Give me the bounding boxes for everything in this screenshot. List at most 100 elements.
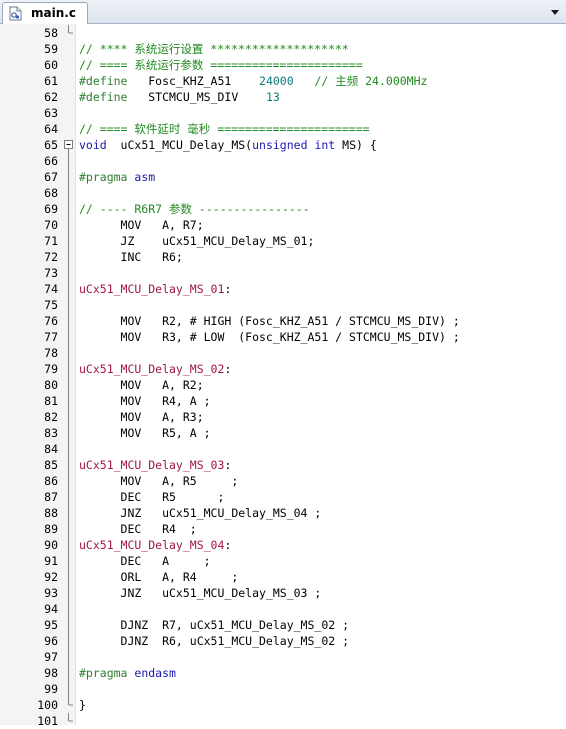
code-text: MOV R2, # HIGH (Fosc_KHZ_A51 / STCMCU_MS… [79, 313, 460, 329]
code-line[interactable]: 94 [0, 601, 566, 617]
code-line[interactable]: 63 [0, 105, 566, 121]
code-line[interactable]: 59 // **** 系统运行设置 ******************** [0, 41, 566, 57]
fold-guide-line [68, 377, 69, 393]
code-line[interactable]: 95 DJNZ R7, uCx51_MCU_Delay_MS_02 ; [0, 617, 566, 633]
code-text: MOV A, R2; [79, 377, 204, 393]
code-text: uCx51_MCU_Delay_MS_02: [79, 361, 231, 377]
code-line[interactable]: 87 DEC R5 ; [0, 489, 566, 505]
code-line[interactable]: 85 uCx51_MCU_Delay_MS_03: [0, 457, 566, 473]
code-line[interactable]: 75 [0, 297, 566, 313]
code-token-plain: JNZ uCx51_MCU_Delay_MS_04 ; [79, 506, 322, 520]
line-number: 76 [44, 314, 58, 328]
code-line[interactable]: 67 #pragma asm [0, 169, 566, 185]
code-line[interactable]: 93 JNZ uCx51_MCU_Delay_MS_03 ; [0, 585, 566, 601]
code-line[interactable]: 76 MOV R2, # HIGH (Fosc_KHZ_A51 / STCMCU… [0, 313, 566, 329]
code-token-label: uCx51_MCU_Delay_MS_02 [79, 362, 225, 376]
line-number: 62 [44, 90, 58, 104]
code-line[interactable]: 73 [0, 265, 566, 281]
code-line[interactable]: 79 uCx51_MCU_Delay_MS_02: [0, 361, 566, 377]
code-line[interactable]: 78 [0, 345, 566, 361]
code-text: uCx51_MCU_Delay_MS_03: [79, 457, 231, 473]
code-text: DEC R4 ; [79, 521, 197, 537]
code-text: #define Fosc_KHZ_A51 24000 // 主频 24.000M… [79, 73, 427, 89]
code-line[interactable]: 74 uCx51_MCU_Delay_MS_01: [0, 281, 566, 297]
code-token-plain: MS) { [335, 138, 377, 152]
code-line[interactable]: 88 JNZ uCx51_MCU_Delay_MS_04 ; [0, 505, 566, 521]
fold-guide-line [68, 393, 69, 409]
code-token-plain: MOV A, R5 ; [79, 474, 239, 488]
code-line[interactable]: 71 JZ uCx51_MCU_Delay_MS_01; [0, 233, 566, 249]
code-token-plain: uCx51_MCU_Delay_MS( [106, 138, 253, 152]
code-line[interactable]: 98 #pragma endasm [0, 665, 566, 681]
code-token-comment: // 主频 24.000MHz [314, 74, 428, 88]
code-line[interactable]: 68 [0, 185, 566, 201]
code-line[interactable]: 65 void uCx51_MCU_Delay_MS(unsigned int M… [0, 137, 566, 153]
fold-guide-line [68, 665, 69, 681]
dropdown-arrow-icon[interactable] [548, 5, 562, 19]
code-line[interactable]: 90 uCx51_MCU_Delay_MS_04: [0, 537, 566, 553]
code-token-label: uCx51_MCU_Delay_MS_01 [79, 282, 225, 296]
code-token-plain: : [224, 458, 232, 472]
code-token-plain: DEC R4 ; [79, 522, 197, 536]
code-line[interactable]: 60 // ==== 系统运行参数 ====================== [0, 57, 566, 73]
line-number: 65 [44, 138, 58, 152]
code-token-plain: MOV A, R3; [79, 410, 204, 424]
fold-guide-line [68, 553, 69, 569]
code-token-plain: Fosc_KHZ_A51 [127, 74, 260, 88]
code-line[interactable]: 83 MOV R5, A ; [0, 425, 566, 441]
code-line[interactable]: 62 #define STCMCU_MS_DIV 13 [0, 89, 566, 105]
code-line[interactable]: 64 // ==== 软件延时 毫秒 ====================== [0, 121, 566, 137]
code-token-label: uCx51_MCU_Delay_MS_04 [79, 538, 225, 552]
line-number: 83 [44, 426, 58, 440]
code-text: MOV R3, # LOW (Fosc_KHZ_A51 / STCMCU_MS_… [79, 329, 460, 345]
line-number: 101 [37, 714, 58, 728]
line-number: 93 [44, 586, 58, 600]
code-line[interactable]: 58 [0, 25, 566, 41]
code-line[interactable]: 84 [0, 441, 566, 457]
fold-guide-line [68, 681, 69, 697]
fold-collapse-icon[interactable] [64, 137, 74, 153]
line-number: 80 [44, 378, 58, 392]
code-line[interactable]: 82 MOV A, R3; [0, 409, 566, 425]
code-text: DJNZ R7, uCx51_MCU_Delay_MS_02 ; [79, 617, 350, 633]
code-line[interactable]: 86 MOV A, R5 ; [0, 473, 566, 489]
code-token-plain: MOV A, R7; [79, 218, 204, 232]
code-text: JNZ uCx51_MCU_Delay_MS_04 ; [79, 505, 322, 521]
code-line[interactable]: 96 DJNZ R6, uCx51_MCU_Delay_MS_02 ; [0, 633, 566, 649]
fold-guide-line [68, 537, 69, 553]
code-line[interactable]: 80 MOV A, R2; [0, 377, 566, 393]
fold-guide-line [68, 633, 69, 649]
code-token-comment: // ==== 软件延时 毫秒 ====================== [79, 122, 370, 136]
code-line[interactable]: 61 #define Fosc_KHZ_A51 24000 // 主频 24.00… [0, 73, 566, 89]
code-line[interactable]: 91 DEC A ; [0, 553, 566, 569]
code-editor[interactable]: 58 59// **** 系统运行设置 ******************** 6… [0, 24, 566, 728]
code-token-num: 13 [265, 90, 280, 104]
code-text: INC R6; [79, 249, 183, 265]
code-line[interactable]: 69 // ---- R6R7 参数 ---------------- [0, 201, 566, 217]
code-line[interactable]: 81 MOV R4, A ; [0, 393, 566, 409]
code-line[interactable]: 66 [0, 153, 566, 169]
code-line[interactable]: 100} [0, 697, 566, 713]
line-number: 89 [44, 522, 58, 536]
code-line[interactable]: 89 DEC R4 ; [0, 521, 566, 537]
fold-guide-line [68, 601, 69, 617]
code-line[interactable]: 97 [0, 649, 566, 665]
code-token-plain: STCMCU_MS_DIV [127, 90, 266, 104]
code-line[interactable]: 101 [0, 713, 566, 729]
code-token-comment: // ==== 系统运行参数 ====================== [79, 58, 363, 72]
code-line[interactable]: 99 [0, 681, 566, 697]
fold-end-marker-icon [68, 713, 73, 722]
fold-guide-line [68, 249, 69, 265]
line-number: 68 [44, 186, 58, 200]
code-text: uCx51_MCU_Delay_MS_01: [79, 281, 231, 297]
line-number: 86 [44, 474, 58, 488]
code-line[interactable]: 72 INC R6; [0, 249, 566, 265]
tab-main-c[interactable]: main.c [2, 2, 88, 24]
code-line[interactable]: 92 ORL A, R4 ; [0, 569, 566, 585]
fold-end-marker-icon [68, 697, 73, 706]
code-token-plain: ORL A, R4 ; [79, 570, 239, 584]
line-number: 69 [44, 202, 58, 216]
tab-label: main.c [31, 6, 76, 20]
code-line[interactable]: 70 MOV A, R7; [0, 217, 566, 233]
code-line[interactable]: 77 MOV R3, # LOW (Fosc_KHZ_A51 / STCMCU_… [0, 329, 566, 345]
